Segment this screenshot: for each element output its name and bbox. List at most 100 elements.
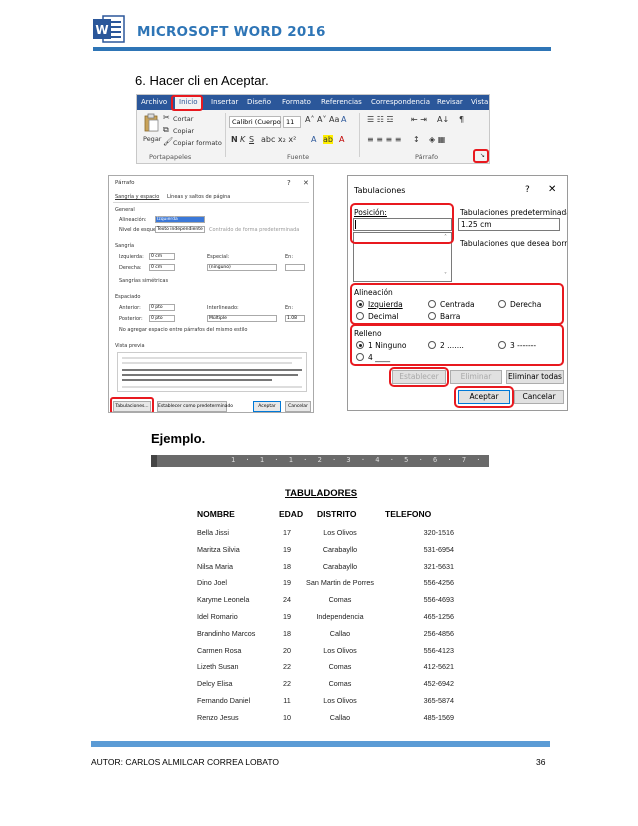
text-effects-icon[interactable]: A (311, 135, 316, 144)
pilcrow-icon[interactable]: ¶ (459, 115, 464, 124)
table-cell: Dino Joel (197, 578, 227, 588)
inicio-highlight (171, 95, 203, 111)
tab-correspondencia[interactable]: Correspondencia (371, 98, 430, 106)
at-label: En: (285, 305, 294, 311)
outline-select[interactable]: Texto independiente (155, 226, 205, 233)
tabs-dialog: Tabulaciones ? ✕ Posición: ˄ ˅ Tabulacio… (347, 175, 568, 411)
word-ribbon: Archivo Inicio Insertar Diseño Formato R… (136, 94, 490, 164)
table-cell: Callao (329, 628, 351, 638)
line-spacing-icon[interactable]: ↕ (413, 135, 420, 144)
cancel-button[interactable]: Cancelar (285, 401, 311, 412)
ruler: 1 · 1 · 1 · 2 · 3 · 4 · 5 · 6 · 7 · 8 · … (151, 455, 489, 467)
bold-icon[interactable]: N (231, 135, 238, 144)
word-logo-icon: W (93, 15, 125, 43)
collapsed-checkbox[interactable]: Contraído de forma predeterminada (209, 227, 299, 233)
align-icons[interactable]: ≡ ≡ ≡ ≡ (367, 135, 401, 144)
special-select[interactable]: (ninguno) (207, 264, 277, 271)
at-input[interactable]: 1.08 (285, 315, 305, 322)
font-name-box[interactable]: Calibri (Cuerpo (229, 116, 281, 128)
paste-label[interactable]: Pegar (143, 135, 161, 143)
table-cell: 256-4856 (423, 628, 454, 638)
by-input[interactable] (285, 264, 305, 271)
tab-revisar[interactable]: Revisar (437, 98, 463, 106)
tab-line-breaks[interactable]: Líneas y saltos de página (167, 194, 230, 200)
logo-letter: W (95, 23, 108, 37)
before-input[interactable]: 0 pto (149, 304, 175, 311)
cut-icon[interactable]: ✂ (163, 113, 170, 122)
position-highlight (350, 203, 454, 244)
step-text: 6. Hacer cli en Aceptar. (135, 73, 269, 88)
italic-icon[interactable]: K (240, 135, 245, 144)
right-indent-input[interactable]: 0 cm (149, 264, 175, 271)
left-indent-input[interactable]: 0 cm (149, 253, 175, 260)
cut-label[interactable]: Cortar (173, 115, 193, 123)
grow-font-icon[interactable]: A˄ A˅ Aa (305, 115, 339, 124)
tab-archivo[interactable]: Archivo (141, 98, 167, 106)
table-cell: Maritza Silvia (197, 544, 240, 554)
help-icon[interactable]: ? (525, 185, 530, 195)
font-color-icon[interactable]: A (339, 135, 344, 144)
copy-icon[interactable]: ⧉ (163, 125, 169, 135)
table-cell: Nilsa Maria (197, 561, 233, 571)
table-cell: San Martin de Porres (306, 578, 374, 588)
table-cell: 321-5631 (423, 561, 454, 571)
strikethrough-icon[interactable]: abc x₂ x² (261, 135, 296, 144)
group-font: Fuente (287, 153, 310, 161)
scroll-down-icon[interactable]: ˅ (444, 272, 447, 279)
launcher-highlight (473, 149, 489, 163)
tab-referencias[interactable]: Referencias (321, 98, 362, 106)
table-cell: 22 (283, 679, 291, 689)
tab-diseno[interactable]: Diseño (247, 98, 271, 106)
clear-button[interactable]: Eliminar (450, 370, 502, 384)
tab-vista[interactable]: Vista (471, 98, 488, 106)
left-indent-label: Izquierda: (119, 254, 144, 260)
copy-label[interactable]: Copiar (173, 127, 194, 135)
shading-icon[interactable]: ◈ ▦ (429, 135, 445, 144)
ruler-margin (151, 455, 157, 467)
alignment-select[interactable]: Izquierda (155, 216, 205, 223)
paragraph-dialog-title: Párrafo (115, 180, 135, 186)
cancel-button[interactable]: Cancelar (514, 390, 564, 404)
clear-format-icon[interactable]: A (341, 115, 346, 124)
bullets-icon[interactable]: ☰ ☷ ☲ (367, 115, 394, 124)
set-default-button[interactable]: Establecer como predeterminado (157, 401, 233, 412)
indent-icon[interactable]: ⇤ ⇥ (411, 115, 427, 124)
page-number: 36 (536, 757, 546, 767)
mirror-checkbox[interactable]: Sangrías simétricas (119, 278, 168, 284)
line-spacing-select[interactable]: Múltiple (207, 315, 277, 322)
tab-indent-spacing[interactable]: Sangría y espacio (115, 194, 159, 200)
ok-button[interactable]: Aceptar (253, 401, 281, 412)
example-document: 1 · 1 · 1 · 2 · 3 · 4 · 5 · 6 · 7 · 8 · … (151, 455, 489, 723)
table-cell: 17 (283, 528, 291, 537)
clear-all-button[interactable]: Eliminar todas (506, 370, 564, 384)
table-cell: 556-4693 (423, 595, 454, 605)
preview-line (122, 386, 302, 388)
no-space-checkbox[interactable]: No agregar espacio entre párrafos del mi… (119, 327, 247, 333)
underline-icon[interactable]: S (249, 135, 254, 144)
footer-author: AUTOR: CARLOS ALMILCAR CORREA LOBATO (91, 757, 279, 767)
special-label: Especial: (207, 254, 230, 260)
format-painter-label[interactable]: Copiar formato (173, 139, 222, 147)
table-cell: 22 (283, 662, 291, 672)
default-tabs-input[interactable]: 1.25 cm (458, 218, 560, 231)
tab-insertar[interactable]: Insertar (211, 98, 238, 106)
highlight-icon[interactable]: ab (323, 135, 333, 144)
sort-icon[interactable]: A↓ (437, 115, 449, 124)
table-cell: 18 (283, 561, 291, 571)
after-input[interactable]: 0 pto (149, 315, 175, 322)
col-header-edad: EDAD (279, 509, 304, 519)
preview-line (122, 369, 302, 371)
right-indent-label: Derecha: (119, 265, 142, 271)
help-icon[interactable]: ? (287, 179, 291, 187)
format-painter-icon[interactable]: 🖌 (163, 137, 173, 146)
table-cell: 412-5621 (423, 662, 454, 672)
alignment-highlight (350, 283, 564, 325)
font-size-box[interactable]: 11 (283, 116, 301, 128)
tab-formato[interactable]: Formato (282, 98, 311, 106)
close-icon[interactable]: ✕ (548, 184, 556, 195)
table-cell: 452-6942 (423, 679, 454, 689)
ribbon-separator (225, 113, 226, 157)
paste-icon[interactable] (143, 113, 159, 133)
table-cell: 531-6954 (423, 544, 454, 554)
close-icon[interactable]: ✕ (303, 179, 309, 187)
